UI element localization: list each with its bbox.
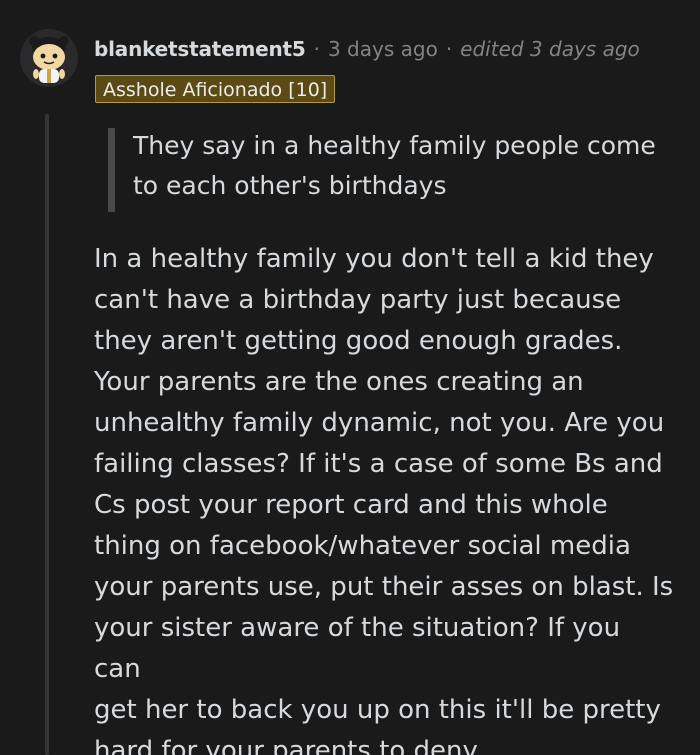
comment-body: In a healthy family you don't tell a kid…: [94, 239, 674, 755]
body-line: get her to back you up on this it'll be …: [94, 695, 661, 725]
body-line: Your parents are the ones creating an: [94, 367, 584, 397]
body-line: they aren't getting good enough grades.: [94, 326, 623, 356]
body-line: hard for your parents to deny.: [94, 736, 483, 755]
quote-line: They say in a healthy family people come: [133, 131, 656, 160]
author-link[interactable]: blanketstatement5: [94, 37, 306, 61]
timestamp-link[interactable]: 3 days ago: [328, 37, 438, 61]
user-avatar[interactable]: [20, 29, 78, 87]
edited-label: edited 3 days ago: [460, 37, 640, 61]
body-line: unhealthy family dynamic, not you. Are y…: [94, 408, 665, 438]
blockquote-bar: [108, 128, 115, 212]
body-line: failing classes? If it's a case of some …: [94, 449, 663, 479]
body-line: your sister aware of the situation? If y…: [94, 613, 621, 684]
body-line: can't have a birthday party just because: [94, 285, 622, 315]
comment-meta: blanketstatement5 · 3 days ago · edited …: [94, 34, 640, 64]
user-flair: Asshole Aficionado [10]: [95, 75, 336, 103]
thread-collapse-line[interactable]: [45, 114, 49, 755]
body-line: In a healthy family you don't tell a kid…: [94, 244, 654, 274]
blockquote-text: They say in a healthy family people come…: [133, 126, 673, 206]
comment: blanketstatement5 · 3 days ago · edited …: [0, 0, 700, 755]
body-line: thing on facebook/whatever social media: [94, 531, 631, 561]
quote-line: to each other's birthdays: [133, 171, 447, 200]
blockquote: They say in a healthy family people come…: [108, 126, 668, 212]
snoo-avatar-icon: [29, 36, 69, 83]
separator-dot: ·: [445, 37, 453, 61]
body-line: Cs post your report card and this whole: [94, 490, 608, 520]
body-line: your parents use, put their asses on bla…: [94, 572, 674, 602]
separator-dot: ·: [313, 37, 320, 61]
